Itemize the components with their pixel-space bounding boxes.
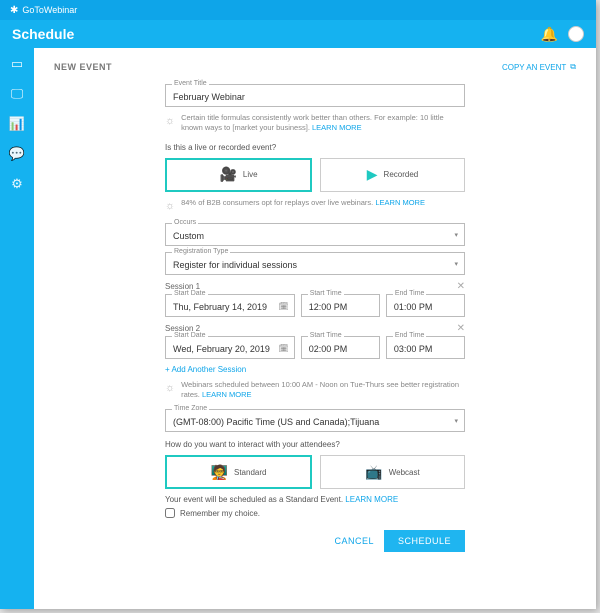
lightbulb-icon: ☼ xyxy=(165,199,175,213)
standard-icon: 🧑‍🏫 xyxy=(211,464,228,481)
standard-option[interactable]: 🧑‍🏫 Standard xyxy=(165,455,312,489)
calendar-icon: 🗓 xyxy=(279,302,289,311)
event-title-input[interactable] xyxy=(173,92,457,102)
stdline-more-link[interactable]: LEARN MORE xyxy=(345,495,398,504)
settings-icon[interactable]: ⚙ xyxy=(11,176,23,192)
tip3-more-link[interactable]: LEARN MORE xyxy=(202,390,252,399)
tip2-more-link[interactable]: LEARN MORE xyxy=(375,198,425,207)
session1-start-value: 12:00 PM xyxy=(309,302,348,312)
lightbulb-icon: ☼ xyxy=(165,381,175,400)
session1-end-field[interactable]: End Time 01:00 PM xyxy=(386,294,465,317)
standard-event-line: Your event will be scheduled as a Standa… xyxy=(165,495,465,504)
live-icon: 🎥 xyxy=(219,166,236,183)
title-tip: ☼ Certain title formulas consistently wo… xyxy=(165,113,465,133)
session2-end-field[interactable]: End Time 03:00 PM xyxy=(386,336,465,359)
regtype-label: Registration Type xyxy=(172,248,230,255)
copy-event-link[interactable]: COPY AN EVENT ⧉ xyxy=(502,62,576,72)
timezone-select[interactable]: Time Zone (GMT-08:00) Pacific Time (US a… xyxy=(165,409,465,432)
session1-end-value: 01:00 PM xyxy=(394,302,433,312)
remember-checkbox[interactable] xyxy=(165,508,175,518)
schedule-button[interactable]: SCHEDULE xyxy=(384,530,465,552)
live-label: Live xyxy=(243,170,258,179)
session1-date-field[interactable]: Start Date Thu, February 14, 2019 🗓 xyxy=(165,294,295,317)
lightbulb-icon: ☼ xyxy=(165,114,175,133)
recorded-icon: ▶ xyxy=(367,166,378,183)
occurs-label: Occurs xyxy=(172,219,198,226)
regtype-value: Register for individual sessions xyxy=(173,260,297,270)
event-title-field[interactable]: Event Title xyxy=(165,84,465,107)
bell-icon[interactable]: 🔔 xyxy=(541,26,558,43)
live-question: Is this a live or recorded event? xyxy=(165,143,465,152)
chevron-down-icon: ▾ xyxy=(454,231,458,239)
add-session-link[interactable]: + Add Another Session xyxy=(165,365,465,374)
recorded-label: Recorded xyxy=(384,170,419,179)
webcast-icon: 📺 xyxy=(365,464,382,481)
tip2-text: 84% of B2B consumers opt for replays ove… xyxy=(181,198,373,207)
session1-date-value: Thu, February 14, 2019 xyxy=(173,302,267,312)
remove-session1-button[interactable]: ✕ xyxy=(457,281,465,292)
session1-start-field[interactable]: Start Time 12:00 PM xyxy=(301,294,380,317)
chevron-down-icon: ▾ xyxy=(454,417,458,425)
event-title-label: Event Title xyxy=(172,80,209,87)
session2-end-value: 03:00 PM xyxy=(394,344,433,354)
page-header: Schedule 🔔 xyxy=(0,20,596,48)
recorded-option[interactable]: ▶ Recorded xyxy=(320,158,465,192)
stdline-text: Your event will be scheduled as a Standa… xyxy=(165,495,343,504)
schedule-tip: ☼ Webinars scheduled between 10:00 AM - … xyxy=(165,380,465,400)
copy-icon: ⧉ xyxy=(570,62,576,72)
calendar-icon: 🗓 xyxy=(279,344,289,353)
brand-name: GoToWebinar xyxy=(22,5,77,15)
product-bar: ✱ GoToWebinar xyxy=(0,0,596,20)
session1-date-label: Start Date xyxy=(172,290,208,297)
interact-question: How do you want to interact with your at… xyxy=(165,440,465,449)
live-option[interactable]: 🎥 Live xyxy=(165,158,312,192)
monitor-icon[interactable]: 🖵 xyxy=(11,86,24,102)
session2-date-field[interactable]: Start Date Wed, February 20, 2019 🗓 xyxy=(165,336,295,359)
chevron-down-icon: ▾ xyxy=(454,260,458,268)
copy-event-label: COPY AN EVENT xyxy=(502,63,566,72)
occurs-value: Custom xyxy=(173,231,204,241)
registration-type-select[interactable]: Registration Type Register for individua… xyxy=(165,252,465,275)
session2-start-field[interactable]: Start Time 02:00 PM xyxy=(301,336,380,359)
session2-date-label: Start Date xyxy=(172,332,208,339)
session2-date-value: Wed, February 20, 2019 xyxy=(173,344,270,354)
avatar[interactable] xyxy=(568,26,584,42)
page-title: Schedule xyxy=(12,26,74,42)
occurs-select[interactable]: Occurs Custom ▾ xyxy=(165,223,465,246)
main-panel: NEW EVENT COPY AN EVENT ⧉ Event Title ☼ … xyxy=(34,48,596,609)
remove-session2-button[interactable]: ✕ xyxy=(457,323,465,334)
analytics-icon[interactable]: 📊 xyxy=(9,116,25,132)
dashboard-icon[interactable]: ▭ xyxy=(11,56,23,72)
session2-end-label: End Time xyxy=(393,332,427,339)
sidebar: ▭ 🖵 📊 💬 ⚙ xyxy=(0,48,34,609)
session2-start-label: Start Time xyxy=(308,332,344,339)
remember-label: Remember my choice. xyxy=(180,509,260,518)
webcast-option[interactable]: 📺 Webcast xyxy=(320,455,465,489)
remember-choice[interactable]: Remember my choice. xyxy=(165,508,465,518)
tip1-more-link[interactable]: LEARN MORE xyxy=(312,123,362,132)
session1-end-label: End Time xyxy=(393,290,427,297)
logo-icon: ✱ xyxy=(10,5,18,16)
cancel-button[interactable]: CANCEL xyxy=(334,536,374,546)
replay-tip: ☼ 84% of B2B consumers opt for replays o… xyxy=(165,198,465,213)
tz-label: Time Zone xyxy=(172,405,209,412)
chat-icon[interactable]: 💬 xyxy=(9,146,25,162)
webcast-label: Webcast xyxy=(389,468,420,477)
standard-label: Standard xyxy=(234,468,266,477)
tz-value: (GMT-08:00) Pacific Time (US and Canada)… xyxy=(173,417,379,427)
session2-start-value: 02:00 PM xyxy=(309,344,348,354)
new-event-heading: NEW EVENT xyxy=(54,62,112,72)
session1-start-label: Start Time xyxy=(308,290,344,297)
